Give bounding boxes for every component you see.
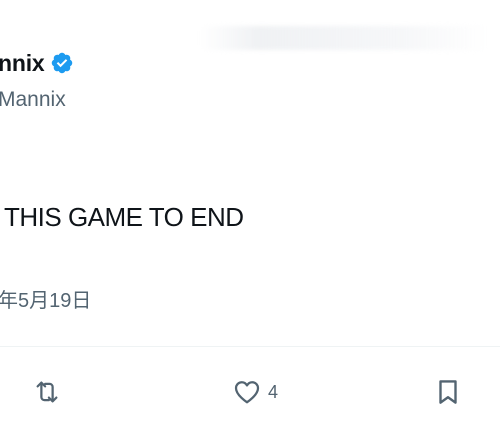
tweet-detail-view: nnix Mannix THIS GAME TO END 年5月19日 4 <box>0 0 500 440</box>
author-handle[interactable]: Mannix <box>0 88 66 112</box>
retweet-icon <box>32 377 62 407</box>
post-timestamp[interactable]: 年5月19日 <box>0 284 91 313</box>
like-count: 4 <box>268 381 279 402</box>
action-bar-divider <box>0 346 500 347</box>
bookmark-button[interactable] <box>434 372 462 412</box>
like-button[interactable]: 4 <box>232 372 278 412</box>
heart-icon <box>232 377 262 407</box>
verified-badge-icon <box>50 51 74 75</box>
retweet-button[interactable] <box>32 372 62 412</box>
header-blur-region <box>200 26 490 50</box>
author-display-name[interactable]: nnix <box>0 50 45 77</box>
post-text: THIS GAME TO END <box>4 202 244 232</box>
bookmark-icon <box>434 377 462 407</box>
author-name-row[interactable]: nnix <box>0 48 74 78</box>
